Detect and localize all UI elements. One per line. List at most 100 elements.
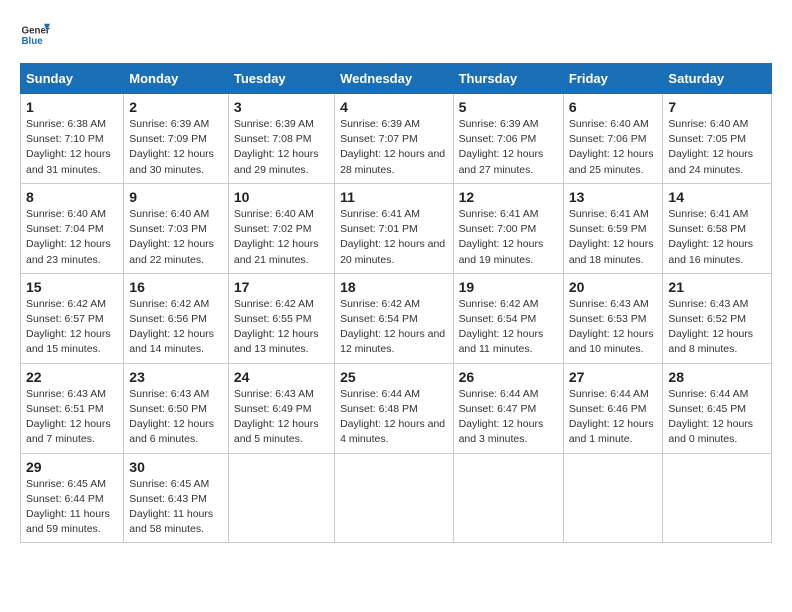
- day-number: 13: [569, 189, 658, 205]
- day-info: Sunrise: 6:38 AM Sunset: 7:10 PM Dayligh…: [26, 117, 118, 178]
- day-info: Sunrise: 6:44 AM Sunset: 6:47 PM Dayligh…: [459, 387, 558, 448]
- day-number: 1: [26, 99, 118, 115]
- logo: General Blue: [20, 20, 54, 50]
- day-info: Sunrise: 6:45 AM Sunset: 6:44 PM Dayligh…: [26, 477, 118, 538]
- day-info: Sunrise: 6:39 AM Sunset: 7:07 PM Dayligh…: [340, 117, 447, 178]
- day-number: 29: [26, 459, 118, 475]
- day-number: 9: [129, 189, 223, 205]
- day-number: 14: [668, 189, 766, 205]
- day-info: Sunrise: 6:39 AM Sunset: 7:08 PM Dayligh…: [234, 117, 329, 178]
- table-row: 12 Sunrise: 6:41 AM Sunset: 7:00 PM Dayli…: [453, 183, 563, 273]
- day-info: Sunrise: 6:40 AM Sunset: 7:04 PM Dayligh…: [26, 207, 118, 268]
- table-row: 28 Sunrise: 6:44 AM Sunset: 6:45 PM Dayli…: [663, 363, 772, 453]
- table-row: 19Sunrise: 6:42 AM Sunset: 6:54 PM Dayli…: [453, 273, 563, 363]
- table-row: 27 Sunrise: 6:44 AM Sunset: 6:46 PM Dayli…: [563, 363, 663, 453]
- day-info: Sunrise: 6:42 AM Sunset: 6:54 PM Dayligh…: [459, 297, 558, 358]
- calendar-table: Sunday Monday Tuesday Wednesday Thursday…: [20, 63, 772, 543]
- day-number: 23: [129, 369, 223, 385]
- day-info: Sunrise: 6:43 AM Sunset: 6:53 PM Dayligh…: [569, 297, 658, 358]
- table-row: [453, 453, 563, 543]
- table-row: [228, 453, 334, 543]
- generalblue-logo-icon: General Blue: [20, 20, 50, 50]
- day-number: 10: [234, 189, 329, 205]
- table-row: 4 Sunrise: 6:39 AM Sunset: 7:07 PM Daylig…: [335, 94, 453, 184]
- day-number: 6: [569, 99, 658, 115]
- day-number: 2: [129, 99, 223, 115]
- day-info: Sunrise: 6:41 AM Sunset: 6:59 PM Dayligh…: [569, 207, 658, 268]
- svg-text:Blue: Blue: [22, 36, 44, 47]
- col-thursday: Thursday: [453, 64, 563, 94]
- day-number: 27: [569, 369, 658, 385]
- table-row: 8Sunrise: 6:40 AM Sunset: 7:04 PM Daylig…: [21, 183, 124, 273]
- day-number: 20: [569, 279, 658, 295]
- col-saturday: Saturday: [663, 64, 772, 94]
- day-info: Sunrise: 6:43 AM Sunset: 6:49 PM Dayligh…: [234, 387, 329, 448]
- table-row: [563, 453, 663, 543]
- table-row: 15 Sunrise: 6:42 AM Sunset: 6:57 PM Dayli…: [21, 273, 124, 363]
- table-row: 21 Sunrise: 6:43 AM Sunset: 6:52 PM Dayli…: [663, 273, 772, 363]
- day-info: Sunrise: 6:40 AM Sunset: 7:02 PM Dayligh…: [234, 207, 329, 268]
- day-info: Sunrise: 6:43 AM Sunset: 6:52 PM Dayligh…: [668, 297, 766, 358]
- table-row: 5Sunrise: 6:39 AM Sunset: 7:06 PM Daylig…: [453, 94, 563, 184]
- col-tuesday: Tuesday: [228, 64, 334, 94]
- table-row: 16 Sunrise: 6:42 AM Sunset: 6:56 PM Dayli…: [124, 273, 229, 363]
- table-row: 17Sunrise: 6:42 AM Sunset: 6:55 PM Dayli…: [228, 273, 334, 363]
- table-row: 20 Sunrise: 6:43 AM Sunset: 6:53 PM Dayli…: [563, 273, 663, 363]
- calendar-week-row: 1 Sunrise: 6:38 AM Sunset: 7:10 PM Daylig…: [21, 94, 772, 184]
- day-number: 12: [459, 189, 558, 205]
- table-row: 11 Sunrise: 6:41 AM Sunset: 7:01 PM Dayli…: [335, 183, 453, 273]
- table-row: 6 Sunrise: 6:40 AM Sunset: 7:06 PM Daylig…: [563, 94, 663, 184]
- day-info: Sunrise: 6:41 AM Sunset: 7:01 PM Dayligh…: [340, 207, 447, 268]
- day-info: Sunrise: 6:41 AM Sunset: 7:00 PM Dayligh…: [459, 207, 558, 268]
- calendar-week-row: 8Sunrise: 6:40 AM Sunset: 7:04 PM Daylig…: [21, 183, 772, 273]
- table-row: 22 Sunrise: 6:43 AM Sunset: 6:51 PM Dayli…: [21, 363, 124, 453]
- day-number: 17: [234, 279, 329, 295]
- table-row: 3 Sunrise: 6:39 AM Sunset: 7:08 PM Daylig…: [228, 94, 334, 184]
- calendar-header-row: Sunday Monday Tuesday Wednesday Thursday…: [21, 64, 772, 94]
- table-row: 24 Sunrise: 6:43 AM Sunset: 6:49 PM Dayli…: [228, 363, 334, 453]
- table-row: 7 Sunrise: 6:40 AM Sunset: 7:05 PM Daylig…: [663, 94, 772, 184]
- day-info: Sunrise: 6:43 AM Sunset: 6:50 PM Dayligh…: [129, 387, 223, 448]
- table-row: 25Sunrise: 6:44 AM Sunset: 6:48 PM Dayli…: [335, 363, 453, 453]
- day-number: 24: [234, 369, 329, 385]
- day-number: 3: [234, 99, 329, 115]
- col-friday: Friday: [563, 64, 663, 94]
- calendar-week-row: 22 Sunrise: 6:43 AM Sunset: 6:51 PM Dayli…: [21, 363, 772, 453]
- col-wednesday: Wednesday: [335, 64, 453, 94]
- calendar-week-row: 15 Sunrise: 6:42 AM Sunset: 6:57 PM Dayli…: [21, 273, 772, 363]
- day-info: Sunrise: 6:44 AM Sunset: 6:45 PM Dayligh…: [668, 387, 766, 448]
- day-info: Sunrise: 6:43 AM Sunset: 6:51 PM Dayligh…: [26, 387, 118, 448]
- day-number: 30: [129, 459, 223, 475]
- day-number: 4: [340, 99, 447, 115]
- table-row: 9 Sunrise: 6:40 AM Sunset: 7:03 PM Daylig…: [124, 183, 229, 273]
- col-sunday: Sunday: [21, 64, 124, 94]
- day-info: Sunrise: 6:42 AM Sunset: 6:56 PM Dayligh…: [129, 297, 223, 358]
- day-info: Sunrise: 6:42 AM Sunset: 6:57 PM Dayligh…: [26, 297, 118, 358]
- table-row: 2 Sunrise: 6:39 AM Sunset: 7:09 PM Daylig…: [124, 94, 229, 184]
- day-info: Sunrise: 6:42 AM Sunset: 6:54 PM Dayligh…: [340, 297, 447, 358]
- day-info: Sunrise: 6:40 AM Sunset: 7:05 PM Dayligh…: [668, 117, 766, 178]
- table-row: 1 Sunrise: 6:38 AM Sunset: 7:10 PM Daylig…: [21, 94, 124, 184]
- table-row: 26 Sunrise: 6:44 AM Sunset: 6:47 PM Dayli…: [453, 363, 563, 453]
- day-info: Sunrise: 6:40 AM Sunset: 7:06 PM Dayligh…: [569, 117, 658, 178]
- day-number: 22: [26, 369, 118, 385]
- day-number: 16: [129, 279, 223, 295]
- table-row: 14 Sunrise: 6:41 AM Sunset: 6:58 PM Dayli…: [663, 183, 772, 273]
- day-number: 11: [340, 189, 447, 205]
- day-info: Sunrise: 6:40 AM Sunset: 7:03 PM Dayligh…: [129, 207, 223, 268]
- table-row: 29 Sunrise: 6:45 AM Sunset: 6:44 PM Dayli…: [21, 453, 124, 543]
- day-info: Sunrise: 6:39 AM Sunset: 7:06 PM Dayligh…: [459, 117, 558, 178]
- day-number: 15: [26, 279, 118, 295]
- day-number: 25: [340, 369, 447, 385]
- day-number: 7: [668, 99, 766, 115]
- table-row: 18 Sunrise: 6:42 AM Sunset: 6:54 PM Dayli…: [335, 273, 453, 363]
- day-number: 28: [668, 369, 766, 385]
- day-number: 26: [459, 369, 558, 385]
- table-row: [335, 453, 453, 543]
- day-info: Sunrise: 6:39 AM Sunset: 7:09 PM Dayligh…: [129, 117, 223, 178]
- day-info: Sunrise: 6:41 AM Sunset: 6:58 PM Dayligh…: [668, 207, 766, 268]
- day-number: 18: [340, 279, 447, 295]
- col-monday: Monday: [124, 64, 229, 94]
- day-number: 21: [668, 279, 766, 295]
- day-info: Sunrise: 6:44 AM Sunset: 6:46 PM Dayligh…: [569, 387, 658, 448]
